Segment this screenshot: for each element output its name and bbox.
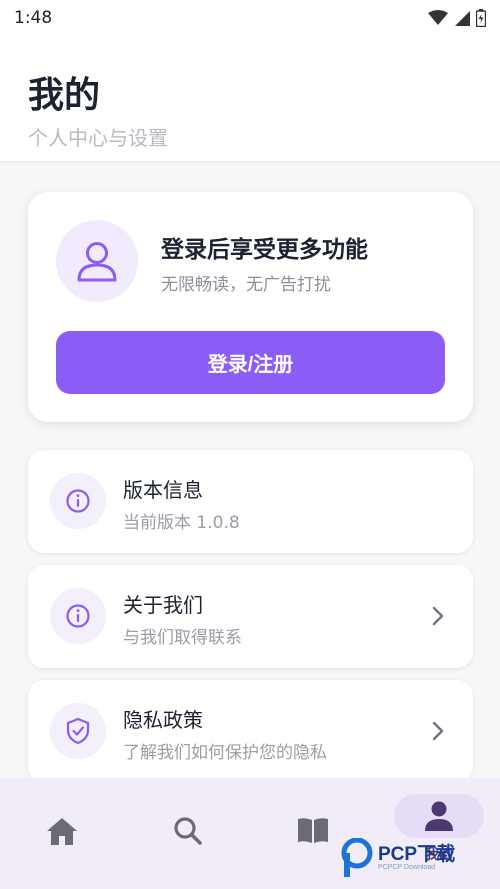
menu-item-desc: 当前版本 1.0.8 [123, 513, 240, 533]
page-header: 我的 个人中心与设置 [0, 36, 500, 162]
wifi-icon [428, 10, 448, 25]
battery-icon [476, 9, 486, 27]
user-icon [425, 801, 453, 831]
status-icons [428, 9, 486, 27]
watermark-small: PCPCP Download [378, 864, 436, 871]
login-prompt-title: 登录后享受更多功能 [161, 237, 368, 263]
user-icon [77, 242, 117, 282]
watermark: PCP下载 PCPCP Download [340, 836, 500, 880]
pcp-logo-icon [341, 838, 373, 877]
nav-profile[interactable] [394, 794, 484, 838]
chevron-right-icon [432, 721, 444, 741]
menu-item-label: 关于我们 [123, 593, 203, 617]
status-time: 1:48 [14, 8, 53, 28]
chevron-right-icon [432, 606, 444, 626]
menu-item-desc: 了解我们如何保护您的隐私 [123, 743, 327, 763]
book-icon [298, 818, 328, 843]
menu-icon-container [50, 703, 106, 759]
menu-item-version[interactable]: 版本信息 当前版本 1.0.8 [28, 450, 473, 553]
login-register-button[interactable]: 登录/注册 [56, 331, 445, 394]
status-bar: 1:48 [0, 0, 500, 36]
page-title: 我的 [28, 75, 101, 116]
nav-search[interactable] [133, 778, 243, 889]
page-subtitle: 个人中心与设置 [28, 126, 168, 150]
avatar[interactable] [56, 220, 138, 302]
info-icon [66, 489, 90, 513]
menu-item-desc: 与我们取得联系 [123, 628, 242, 648]
search-icon [174, 817, 202, 845]
menu-item-label: 隐私政策 [123, 708, 203, 732]
home-icon [47, 818, 77, 845]
menu-icon-container [50, 588, 106, 644]
menu-item-label: 版本信息 [123, 478, 203, 502]
signal-icon [455, 11, 470, 26]
login-prompt-subtitle: 无限畅读，无广告打扰 [161, 275, 331, 295]
info-icon [66, 604, 90, 628]
menu-item-about[interactable]: 关于我们 与我们取得联系 [28, 565, 473, 668]
menu-icon-container [50, 473, 106, 529]
menu-item-privacy[interactable]: 隐私政策 了解我们如何保护您的隐私 [28, 680, 473, 783]
nav-home[interactable] [7, 778, 117, 889]
watermark-brand: PCP下载 [378, 844, 456, 865]
shield-check-icon [66, 717, 90, 745]
login-card: 登录后享受更多功能 无限畅读，无广告打扰 登录/注册 [28, 192, 473, 422]
